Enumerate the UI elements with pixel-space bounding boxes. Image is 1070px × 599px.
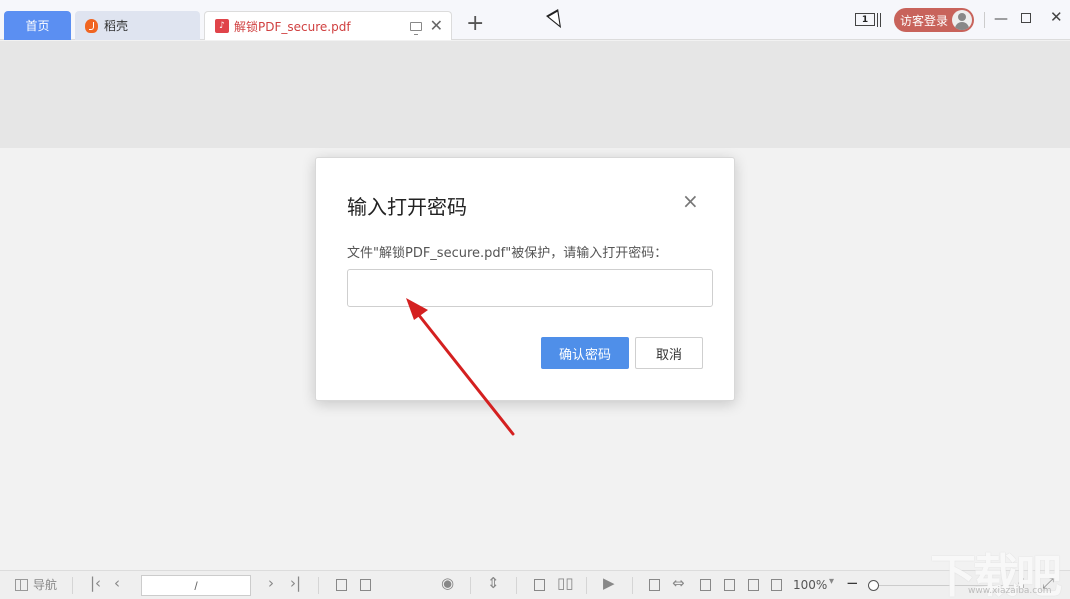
- mouse-cursor-icon: [546, 9, 568, 32]
- viewer-top-band: [0, 41, 1070, 148]
- bottom-toolbar: 导航 |‹ ‹ › ›| ◉ ⇕ ▯▯ ▶ ⇔ 100% ▾ − + ⤢: [0, 570, 1070, 599]
- page-indicator-bars: [877, 13, 881, 27]
- forward-icon[interactable]: [360, 579, 371, 591]
- zoom-out-button[interactable]: −: [846, 576, 859, 591]
- play-icon[interactable]: ▶: [603, 576, 615, 591]
- navigation-panel-icon[interactable]: [15, 579, 28, 591]
- zoom-slider-knob[interactable]: [868, 580, 879, 591]
- toolbar-divider: [72, 577, 73, 594]
- cancel-button[interactable]: 取消: [635, 337, 703, 369]
- title-bar: 首页 稻壳 ♪ 解锁PDF_secure.pdf ✕ + 1 访客登录 — ✕: [0, 0, 1070, 40]
- password-input[interactable]: [347, 269, 713, 307]
- new-tab-button[interactable]: +: [466, 13, 484, 35]
- zoom-dropdown[interactable]: 100%: [793, 579, 827, 591]
- screenshot-icon[interactable]: [771, 579, 782, 591]
- tab-pdf-document[interactable]: ♪ 解锁PDF_secure.pdf ✕: [204, 11, 452, 40]
- maximize-button[interactable]: [1021, 13, 1031, 23]
- toolbar-divider: [318, 577, 319, 594]
- previous-page-icon[interactable]: ‹: [114, 576, 120, 591]
- page-number-input[interactable]: [141, 575, 251, 596]
- tab-pdf-label: 解锁PDF_secure.pdf: [234, 19, 351, 34]
- login-label: 访客登录: [900, 13, 949, 28]
- zoom-dropdown-arrow-icon[interactable]: ▾: [829, 577, 834, 587]
- tab-daoke-label: 稻壳: [104, 19, 129, 33]
- toolbar-divider: [516, 577, 517, 594]
- single-page-icon[interactable]: [534, 579, 545, 591]
- tab-daoke[interactable]: 稻壳: [75, 11, 200, 40]
- navigation-label[interactable]: 导航: [33, 579, 57, 591]
- password-dialog: 输入打开密码 × 文件"解锁PDF_secure.pdf"被保护，请输入打开密码…: [315, 157, 735, 401]
- dialog-title: 输入打开密码: [347, 195, 467, 219]
- double-page-icon[interactable]: ▯▯: [557, 576, 574, 591]
- monitor-icon[interactable]: [409, 21, 422, 35]
- toolbar-divider: [632, 577, 633, 594]
- first-page-icon[interactable]: |‹: [90, 576, 101, 591]
- actual-size-icon[interactable]: [649, 579, 660, 591]
- watermark-url: www.xiazaiba.com: [968, 586, 1052, 596]
- toolbar-divider: [470, 577, 471, 594]
- toolbar-divider: [586, 577, 587, 594]
- window-close-button[interactable]: ✕: [1050, 10, 1063, 25]
- rotate-icon[interactable]: [748, 579, 759, 591]
- tab-home[interactable]: 首页: [4, 11, 71, 40]
- confirm-password-button[interactable]: 确认密码: [541, 337, 629, 369]
- divider: [984, 12, 985, 28]
- fit-width-icon[interactable]: ⇔: [672, 576, 685, 591]
- minimize-button[interactable]: —: [994, 12, 1008, 26]
- tab-home-label: 首页: [25, 19, 50, 33]
- dialog-close-icon[interactable]: ×: [682, 191, 699, 211]
- avatar-icon: [952, 10, 972, 30]
- fit-height-icon[interactable]: ⇕: [487, 576, 500, 591]
- eye-protection-icon[interactable]: ◉: [441, 576, 454, 591]
- next-page-icon[interactable]: ›: [268, 576, 274, 591]
- pdf-file-icon: ♪: [215, 19, 229, 33]
- page-icon[interactable]: [724, 579, 735, 591]
- fit-page-icon[interactable]: [700, 579, 711, 591]
- page-indicator-icon[interactable]: 1: [855, 13, 875, 26]
- back-icon[interactable]: [336, 579, 347, 591]
- login-button[interactable]: 访客登录: [894, 8, 974, 32]
- daoke-logo-icon: [85, 18, 98, 33]
- dialog-message: 文件"解锁PDF_secure.pdf"被保护，请输入打开密码：: [347, 246, 668, 261]
- last-page-icon[interactable]: ›|: [290, 576, 301, 591]
- tab-close-icon[interactable]: ✕: [430, 18, 443, 34]
